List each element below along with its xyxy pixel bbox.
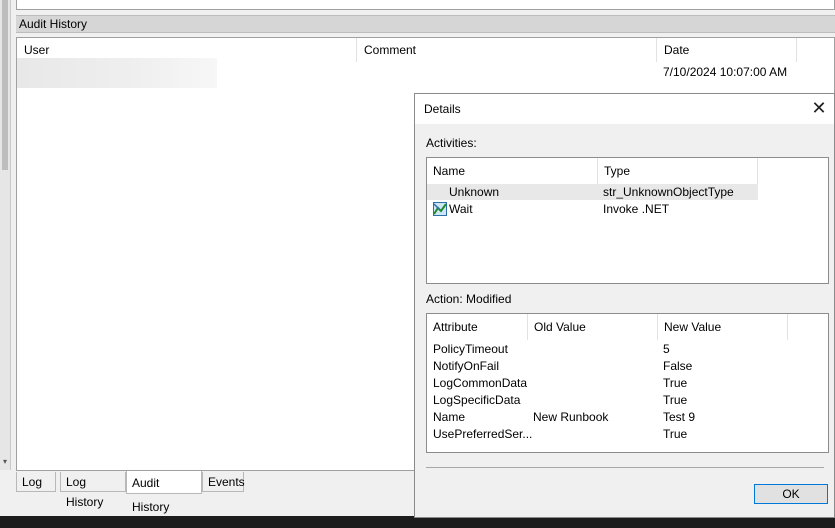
activity-name: Unknown — [449, 185, 500, 199]
attribute-name: LogCommonData — [433, 376, 528, 390]
dialog-title-bar: Details ✕ — [415, 94, 834, 124]
tab-log[interactable]: Log — [16, 472, 56, 492]
column-header-date[interactable]: Date — [657, 38, 797, 62]
attribute-new-value: True — [663, 393, 688, 407]
column-header-new-value[interactable]: New Value — [658, 314, 788, 340]
column-header-type[interactable]: Type — [598, 158, 758, 184]
runbook-activity-icon — [433, 202, 447, 216]
activities-list[interactable]: Name Type Unknown str_UnknownObjectType … — [426, 157, 829, 284]
left-scrollbar-thumb[interactable] — [2, 0, 8, 170]
ok-button[interactable]: OK — [754, 484, 828, 504]
column-header-comment[interactable]: Comment — [357, 38, 657, 62]
attributes-list[interactable]: Attribute Old Value New Value PolicyTime… — [426, 313, 829, 453]
section-title: Audit History — [19, 17, 88, 31]
action-label: Action: Modified — [426, 292, 512, 306]
attribute-new-value: False — [663, 359, 693, 373]
column-header-attribute[interactable]: Attribute — [427, 314, 528, 340]
attribute-name: LogSpecificData — [433, 393, 521, 407]
redacted-user-cell — [17, 58, 217, 88]
attribute-name: NotifyOnFail — [433, 359, 500, 373]
activity-name[interactable]: Wait — [449, 202, 473, 216]
activity-type: str_UnknownObjectType — [603, 185, 734, 199]
top-panel — [16, 0, 835, 10]
details-dialog: Details ✕ Activities: Name Type Unknown … — [414, 93, 835, 518]
attribute-new-value: True — [663, 376, 688, 390]
close-icon[interactable]: ✕ — [810, 99, 828, 117]
dialog-title: Details — [424, 102, 461, 116]
attribute-name: PolicyTimeout — [433, 342, 508, 356]
column-header-name[interactable]: Name — [427, 158, 598, 184]
activity-type: Invoke .NET — [603, 202, 670, 216]
dialog-separator — [426, 467, 824, 468]
tab-log-history[interactable]: Log History — [60, 472, 126, 509]
attribute-old-value: New Runbook — [533, 410, 609, 424]
attribute-name: UsePreferredSer... — [433, 427, 533, 441]
attribute-new-value: Test 9 — [663, 410, 696, 424]
audit-date-cell[interactable]: 7/10/2024 10:07:00 AM — [663, 65, 787, 79]
attribute-new-value: True — [663, 427, 688, 441]
attribute-name: Name — [433, 410, 466, 424]
column-header-old-value[interactable]: Old Value — [528, 314, 658, 340]
section-header: Audit History — [16, 15, 835, 33]
activities-label: Activities: — [426, 136, 477, 150]
scroll-down-arrow-icon[interactable]: ▾ — [0, 455, 10, 469]
attribute-new-value: 5 — [663, 342, 670, 356]
tab-audit-history[interactable]: Audit History — [126, 471, 202, 514]
tab-events[interactable]: Events — [202, 472, 245, 492]
bottom-tab-strip: Log Log History Audit History Events — [16, 471, 416, 514]
